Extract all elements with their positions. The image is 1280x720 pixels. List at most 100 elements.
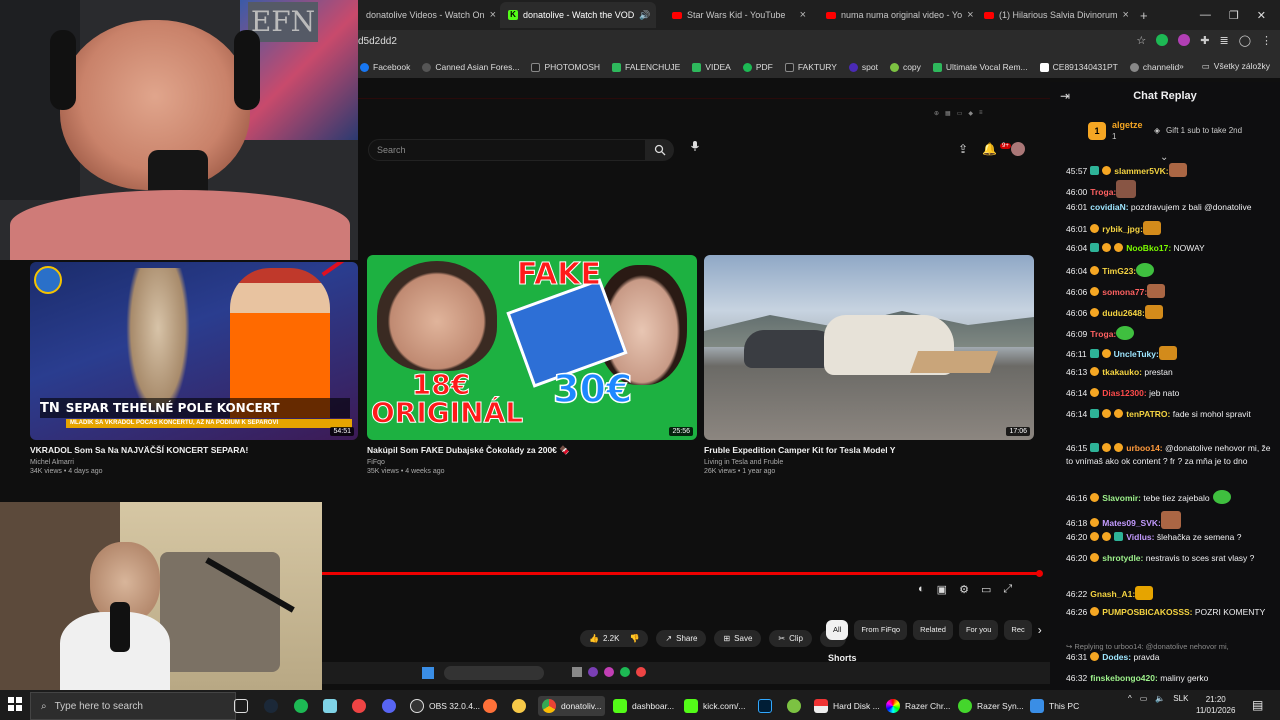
top-gifter-name[interactable]: algetze [1112, 120, 1143, 130]
username[interactable]: PUMPOSBICAKOSSS: [1102, 607, 1192, 617]
username[interactable]: Dias12300: [1102, 388, 1146, 398]
firefox-icon[interactable] [483, 696, 497, 716]
close-icon[interactable]: × [800, 9, 806, 21]
close-icon[interactable]: × [655, 9, 656, 21]
grid-icon[interactable]: ▦ [945, 110, 951, 117]
close-icon[interactable]: × [967, 9, 973, 21]
steam-icon[interactable] [264, 696, 278, 716]
menu-icon[interactable]: ⋮ [1261, 34, 1272, 47]
tab[interactable]: Star Wars Kid - YouTube × [664, 2, 814, 28]
close-icon[interactable]: × [490, 9, 496, 21]
task-view-icon[interactable] [234, 696, 248, 716]
bookmark[interactable]: FAKTURY [784, 62, 837, 72]
taskbar-app-kick[interactable]: kick.com/... [684, 696, 746, 716]
volume-icon[interactable]: 🔈 [1155, 694, 1165, 703]
search-input[interactable]: Search [368, 139, 646, 161]
tab-active[interactable]: Kdonatolive - Watch the VOD 🔊 × [500, 2, 656, 28]
chevron-down-icon[interactable]: ⌄ [1160, 152, 1168, 163]
username[interactable]: finskebongo420: [1090, 673, 1158, 683]
puzzle-icon[interactable]: ✚ [1200, 34, 1209, 47]
progress-scrubber[interactable] [1036, 570, 1043, 577]
windows-start-icon[interactable] [8, 697, 22, 714]
channel-name[interactable]: Michel Almarri [30, 459, 74, 466]
username[interactable]: UncleTuky: [1114, 349, 1159, 359]
maximize-icon[interactable]: ❐ [1229, 9, 1239, 22]
username[interactable]: Vidlus: [1126, 532, 1154, 542]
upload-icon[interactable]: ⇪ [958, 142, 968, 156]
mic-button[interactable] [684, 140, 706, 160]
video-title[interactable]: VKRADOL Som Sa Na NAJVÄČŠÍ KONCERT SEPAR… [30, 445, 248, 455]
username[interactable]: dudu2648: [1102, 308, 1145, 318]
menu-icon[interactable]: ≡ [979, 110, 983, 117]
miniplayer-icon[interactable]: ▭ [981, 583, 991, 596]
username[interactable]: Troga: [1090, 187, 1116, 197]
bookmark[interactable]: spot [848, 62, 878, 72]
extension-icon[interactable] [1178, 34, 1191, 46]
taskbar-app-kick-dashboard[interactable]: dashboar... [613, 696, 674, 716]
taskbar-search[interactable]: ⌕ Type here to search [30, 692, 236, 720]
share-button[interactable]: ↗ Share [656, 630, 707, 647]
bookmark[interactable]: FALENCHUJE [612, 62, 680, 72]
autoplay-toggle[interactable]: ◐ [918, 583, 925, 596]
fullscreen-icon[interactable]: ⤢ [1003, 583, 1012, 596]
save-button[interactable]: ⊞ Save [714, 630, 762, 647]
thumbs-down-icon[interactable]: 👎 [629, 634, 639, 643]
new-tab-button[interactable]: + [1132, 2, 1154, 28]
channel-name[interactable]: Living in Tesla and Fruble [704, 459, 783, 466]
speaker-icon[interactable]: 🔊 [639, 10, 650, 21]
chip-recent[interactable]: Rec [1004, 620, 1032, 640]
username[interactable]: TimG23: [1102, 266, 1136, 276]
chip-for-you[interactable]: For you [958, 620, 999, 640]
search-button[interactable] [646, 139, 674, 161]
username[interactable]: somona77: [1102, 287, 1147, 297]
tab[interactable]: donatolive Videos - Watch On × [358, 2, 498, 28]
username[interactable]: rybik_jpg: [1102, 224, 1143, 234]
subtitles-icon[interactable]: ▣ [937, 583, 947, 596]
url-text[interactable]: d5d2dd2 [358, 36, 397, 47]
cast-icon[interactable]: ▭ [957, 110, 963, 117]
bookmark[interactable]: Canned Asian Fores... [422, 62, 519, 72]
bell-icon[interactable]: 🔔 [982, 142, 997, 156]
clip-button[interactable]: ✂ Clip [769, 630, 812, 647]
shield-icon[interactable]: ◆ [968, 110, 973, 117]
chip-from-channel[interactable]: From FiFqo [854, 620, 908, 640]
app-icon[interactable] [323, 696, 337, 716]
username[interactable]: slammer5VK: [1114, 166, 1168, 176]
taskbar-app-chrome[interactable]: donatoliv... [538, 696, 606, 716]
spotify-icon[interactable] [294, 696, 308, 716]
progress-bar[interactable] [322, 572, 1042, 575]
taskbar-app-hard-disk[interactable]: Hard Disk ... [814, 696, 880, 716]
username[interactable]: urboo14: [1126, 443, 1162, 453]
bookmark[interactable]: Ultimate Vocal Rem... [932, 62, 1028, 72]
video-title[interactable]: Fruble Expedition Camper Kit for Tesla M… [704, 445, 895, 455]
bookmark[interactable]: PDF [742, 62, 773, 72]
username[interactable]: Troga: [1090, 329, 1116, 339]
star-icon[interactable]: ☆ [1136, 34, 1146, 47]
username[interactable]: Mates09_SVK: [1102, 518, 1161, 528]
username[interactable]: Dodes: [1102, 652, 1131, 662]
chevron-right-icon[interactable]: › [1038, 620, 1042, 640]
app-icon[interactable] [512, 696, 526, 716]
username[interactable]: tenPATRO: [1126, 409, 1170, 419]
like-button[interactable]: 👍 2.2K 👎 [580, 630, 649, 647]
discord-icon[interactable] [382, 696, 396, 716]
bookmark[interactable]: Facebook [360, 62, 410, 72]
chip-all[interactable]: All [826, 620, 849, 640]
username[interactable]: tkakauko: [1102, 367, 1142, 377]
video-thumbnail[interactable]: FAKE 18€ ORIGINÁL 30€ 25:56 [367, 255, 697, 440]
taskbar-app-this-pc[interactable]: This PC [1030, 696, 1079, 716]
video-thumbnail[interactable]: TN SEPAR TEHELNÉ POLE KONCERT MLADÍK SA … [30, 262, 358, 440]
app-icon[interactable] [787, 696, 801, 716]
chip-related[interactable]: Related [913, 620, 953, 640]
video-title[interactable]: Nakúpil Som FAKE Dubajské Čokolády za 20… [367, 445, 570, 456]
media-icon[interactable]: ≣ [1219, 34, 1228, 47]
taskbar-app-obs[interactable]: OBS 32.0.4... [410, 696, 480, 716]
network-icon[interactable]: ▭ [1140, 694, 1148, 703]
close-icon[interactable]: ✕ [1257, 9, 1266, 22]
avatar[interactable] [1011, 142, 1026, 156]
bookmark[interactable]: CE891340431PT [1039, 62, 1118, 72]
video-card[interactable]: TN SEPAR TEHELNÉ POLE KONCERT MLADÍK SA … [30, 262, 358, 482]
all-bookmarks-button[interactable]: » ▭ Všetky záložky [1179, 61, 1270, 72]
username[interactable]: covidiaN: [1090, 202, 1128, 212]
video-thumbnail[interactable]: 17:06 [704, 255, 1034, 440]
